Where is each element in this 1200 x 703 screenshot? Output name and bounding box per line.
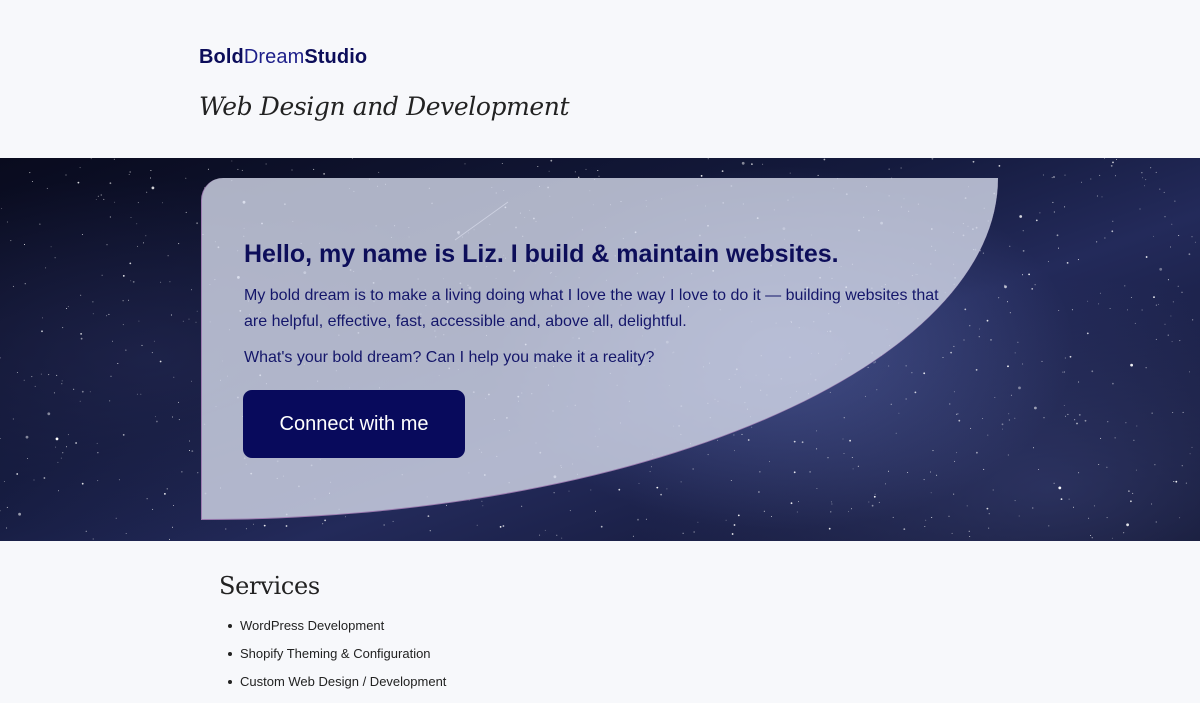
logo-part-dream: Dream — [243, 46, 305, 68]
site-header: BoldDreamStudio Web Design and Developme… — [0, 0, 1200, 158]
connect-button[interactable]: Connect with me — [243, 390, 465, 458]
hero-intro-text: My bold dream is to make a living doing … — [244, 287, 939, 330]
logo-part-studio: Studio — [304, 46, 368, 68]
hero-section: Hello, my name is Liz. I build & maintai… — [0, 158, 1200, 541]
service-item-wordpress: WordPress Development — [219, 619, 446, 633]
site-tagline: Web Design and Development — [199, 92, 570, 121]
service-item-custom: Custom Web Design / Development — [219, 675, 446, 689]
services-list: WordPress Development Shopify Theming & … — [219, 619, 446, 689]
logo-part-bold: Bold — [199, 46, 244, 68]
site-logo[interactable]: BoldDreamStudio — [199, 46, 367, 69]
services-section: Services WordPress Development Shopify T… — [219, 572, 446, 703]
service-item-shopify: Shopify Theming & Configuration — [219, 647, 446, 661]
hero-title: Hello, my name is Liz. I build & maintai… — [244, 240, 839, 268]
hero-question: What's your bold dream? Can I help you m… — [244, 349, 655, 366]
services-title: Services — [219, 572, 320, 600]
